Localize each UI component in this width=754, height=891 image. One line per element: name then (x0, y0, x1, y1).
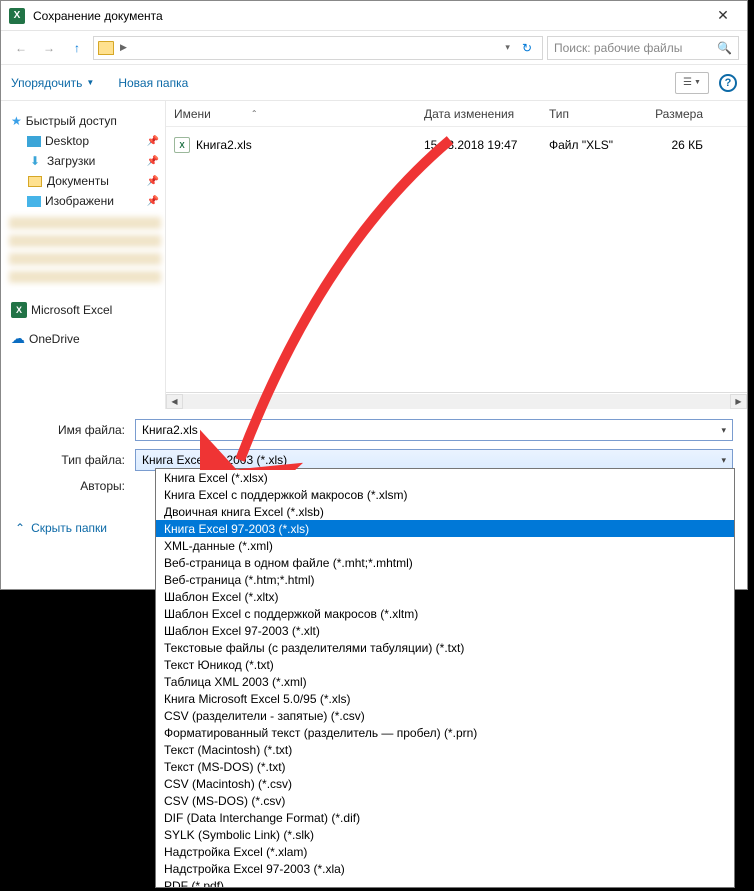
filename-input[interactable]: Книга2.xls ▾ (135, 419, 733, 441)
file-list: Имени ⌃ Дата изменения Тип Размера X Кни… (166, 101, 747, 409)
pin-icon: 📌 (147, 196, 159, 207)
filetype-option[interactable]: SYLK (Symbolic Link) (*.slk) (156, 826, 734, 843)
onedrive-icon: ☁ (11, 330, 25, 347)
filetype-option[interactable]: Текст Юникод (*.txt) (156, 656, 734, 673)
filetype-option[interactable]: Шаблон Excel 97-2003 (*.xlt) (156, 622, 734, 639)
filetype-option[interactable]: Книга Excel (*.xlsx) (156, 469, 734, 486)
filetype-option[interactable]: Форматированный текст (разделитель — про… (156, 724, 734, 741)
filetype-option[interactable]: Шаблон Excel с поддержкой макросов (*.xl… (156, 605, 734, 622)
column-size[interactable]: Размера (641, 107, 711, 121)
star-icon: ★ (11, 114, 22, 128)
search-icon: 🔍 (717, 41, 732, 55)
close-button[interactable]: ✕ (703, 2, 743, 30)
file-rows[interactable]: X Книга2.xls 15.03.2018 19:47 Файл "XLS"… (166, 127, 747, 392)
filetype-option[interactable]: XML-данные (*.xml) (156, 537, 734, 554)
chevron-up-icon: ⌃ (15, 521, 25, 535)
scroll-left-button[interactable]: ◀ (166, 394, 183, 409)
scroll-right-button[interactable]: ▶ (730, 394, 747, 409)
breadcrumb[interactable]: ▶ ▾ ↻ (93, 36, 543, 60)
column-date[interactable]: Дата изменения (416, 107, 541, 121)
sidebar-item-downloads[interactable]: ⬇ Загрузки 📌 (9, 151, 161, 171)
filetype-option[interactable]: Надстройка Excel 97-2003 (*.xla) (156, 860, 734, 877)
filetype-option[interactable]: Книга Excel 97-2003 (*.xls) (156, 520, 734, 537)
chevron-down-icon[interactable]: ▾ (721, 425, 726, 436)
filetype-option[interactable]: Таблица XML 2003 (*.xml) (156, 673, 734, 690)
filetype-option[interactable]: CSV (MS-DOS) (*.csv) (156, 792, 734, 809)
new-folder-button[interactable]: Новая папка (118, 76, 188, 90)
filetype-option[interactable]: Книга Microsoft Excel 5.0/95 (*.xls) (156, 690, 734, 707)
help-button[interactable]: ? (719, 74, 737, 92)
sidebar-item-desktop[interactable]: Desktop 📌 (9, 131, 161, 151)
chevron-down-icon[interactable]: ▾ (721, 455, 726, 466)
pictures-icon (27, 196, 41, 207)
pin-icon: 📌 (147, 176, 159, 187)
filetype-option[interactable]: Надстройка Excel (*.xlam) (156, 843, 734, 860)
pin-icon: 📌 (147, 136, 159, 147)
sidebar-item-pictures[interactable]: Изображени 📌 (9, 191, 161, 211)
filetype-option[interactable]: PDF (*.pdf) (156, 877, 734, 888)
chevron-down-icon[interactable]: ▾ (505, 42, 510, 53)
search-input[interactable]: Поиск: рабочие файлы 🔍 (547, 36, 739, 60)
titlebar: X Сохранение документа ✕ (1, 1, 747, 31)
filename-label: Имя файла: (15, 423, 135, 437)
sort-caret-icon: ⌃ (251, 109, 258, 118)
dialog-body: ★ Быстрый доступ Desktop 📌 ⬇ Загрузки 📌 … (1, 101, 747, 409)
filetype-option[interactable]: Веб-страница (*.htm;*.html) (156, 571, 734, 588)
sidebar-item-onedrive[interactable]: ☁ OneDrive (9, 327, 161, 350)
filetype-option[interactable]: Веб-страница в одном файле (*.mht;*.mhtm… (156, 554, 734, 571)
chevron-right-icon: ▶ (120, 42, 127, 53)
column-type[interactable]: Тип (541, 107, 641, 121)
filetype-option[interactable]: Текст (Macintosh) (*.txt) (156, 741, 734, 758)
downloads-icon: ⬇ (27, 154, 43, 168)
filetype-option[interactable]: Двоичная книга Excel (*.xlsb) (156, 503, 734, 520)
filetype-option[interactable]: DIF (Data Interchange Format) (*.dif) (156, 809, 734, 826)
filetype-dropdown[interactable]: Книга Excel (*.xlsx)Книга Excel с поддер… (155, 468, 735, 888)
sidebar-item-excel[interactable]: X Microsoft Excel (9, 299, 161, 321)
view-mode-button[interactable]: ☰ ▼ (675, 72, 709, 94)
filetype-option[interactable]: Книга Excel с поддержкой макросов (*.xls… (156, 486, 734, 503)
column-headers: Имени ⌃ Дата изменения Тип Размера (166, 101, 747, 127)
list-icon: ☰ (683, 77, 692, 88)
chevron-down-icon: ▼ (86, 78, 94, 87)
xls-file-icon: X (174, 137, 190, 153)
up-button[interactable]: ↑ (65, 36, 89, 60)
refresh-button[interactable]: ↻ (516, 41, 538, 55)
window-title: Сохранение документа (33, 9, 703, 23)
organize-button[interactable]: Упорядочить ▼ (11, 76, 94, 90)
quick-access[interactable]: ★ Быстрый доступ (9, 111, 161, 131)
navigation-pane: ★ Быстрый доступ Desktop 📌 ⬇ Загрузки 📌 … (1, 101, 166, 409)
chevron-down-icon: ▼ (694, 79, 701, 86)
filetype-option[interactable]: CSV (Macintosh) (*.csv) (156, 775, 734, 792)
filetype-label: Тип файла: (15, 453, 135, 467)
path-blurred (133, 41, 499, 55)
authors-label: Авторы: (15, 479, 135, 493)
address-bar: ← → ↑ ▶ ▾ ↻ Поиск: рабочие файлы 🔍 (1, 31, 747, 65)
filetype-option[interactable]: Текстовые файлы (с разделителями табуляц… (156, 639, 734, 656)
toolbar: Упорядочить ▼ Новая папка ☰ ▼ ? (1, 65, 747, 101)
filetype-option[interactable]: Текст (MS-DOS) (*.txt) (156, 758, 734, 775)
folder-icon (98, 41, 114, 55)
sidebar-item-documents[interactable]: Документы 📌 (9, 171, 161, 191)
forward-button[interactable]: → (37, 36, 61, 60)
documents-icon (27, 174, 43, 188)
horizontal-scrollbar[interactable]: ◀ ▶ (166, 392, 747, 409)
filetype-option[interactable]: Шаблон Excel (*.xltx) (156, 588, 734, 605)
desktop-icon (27, 136, 41, 147)
excel-icon: X (9, 8, 25, 24)
blurred-items (9, 217, 161, 289)
column-name[interactable]: Имени ⌃ (166, 107, 416, 121)
pin-icon: 📌 (147, 156, 159, 167)
excel-icon: X (11, 302, 27, 318)
file-row[interactable]: X Книга2.xls 15.03.2018 19:47 Файл "XLS"… (166, 133, 747, 157)
back-button[interactable]: ← (9, 36, 33, 60)
search-placeholder: Поиск: рабочие файлы (554, 41, 682, 55)
filetype-option[interactable]: CSV (разделители - запятые) (*.csv) (156, 707, 734, 724)
scroll-track[interactable] (183, 394, 730, 409)
